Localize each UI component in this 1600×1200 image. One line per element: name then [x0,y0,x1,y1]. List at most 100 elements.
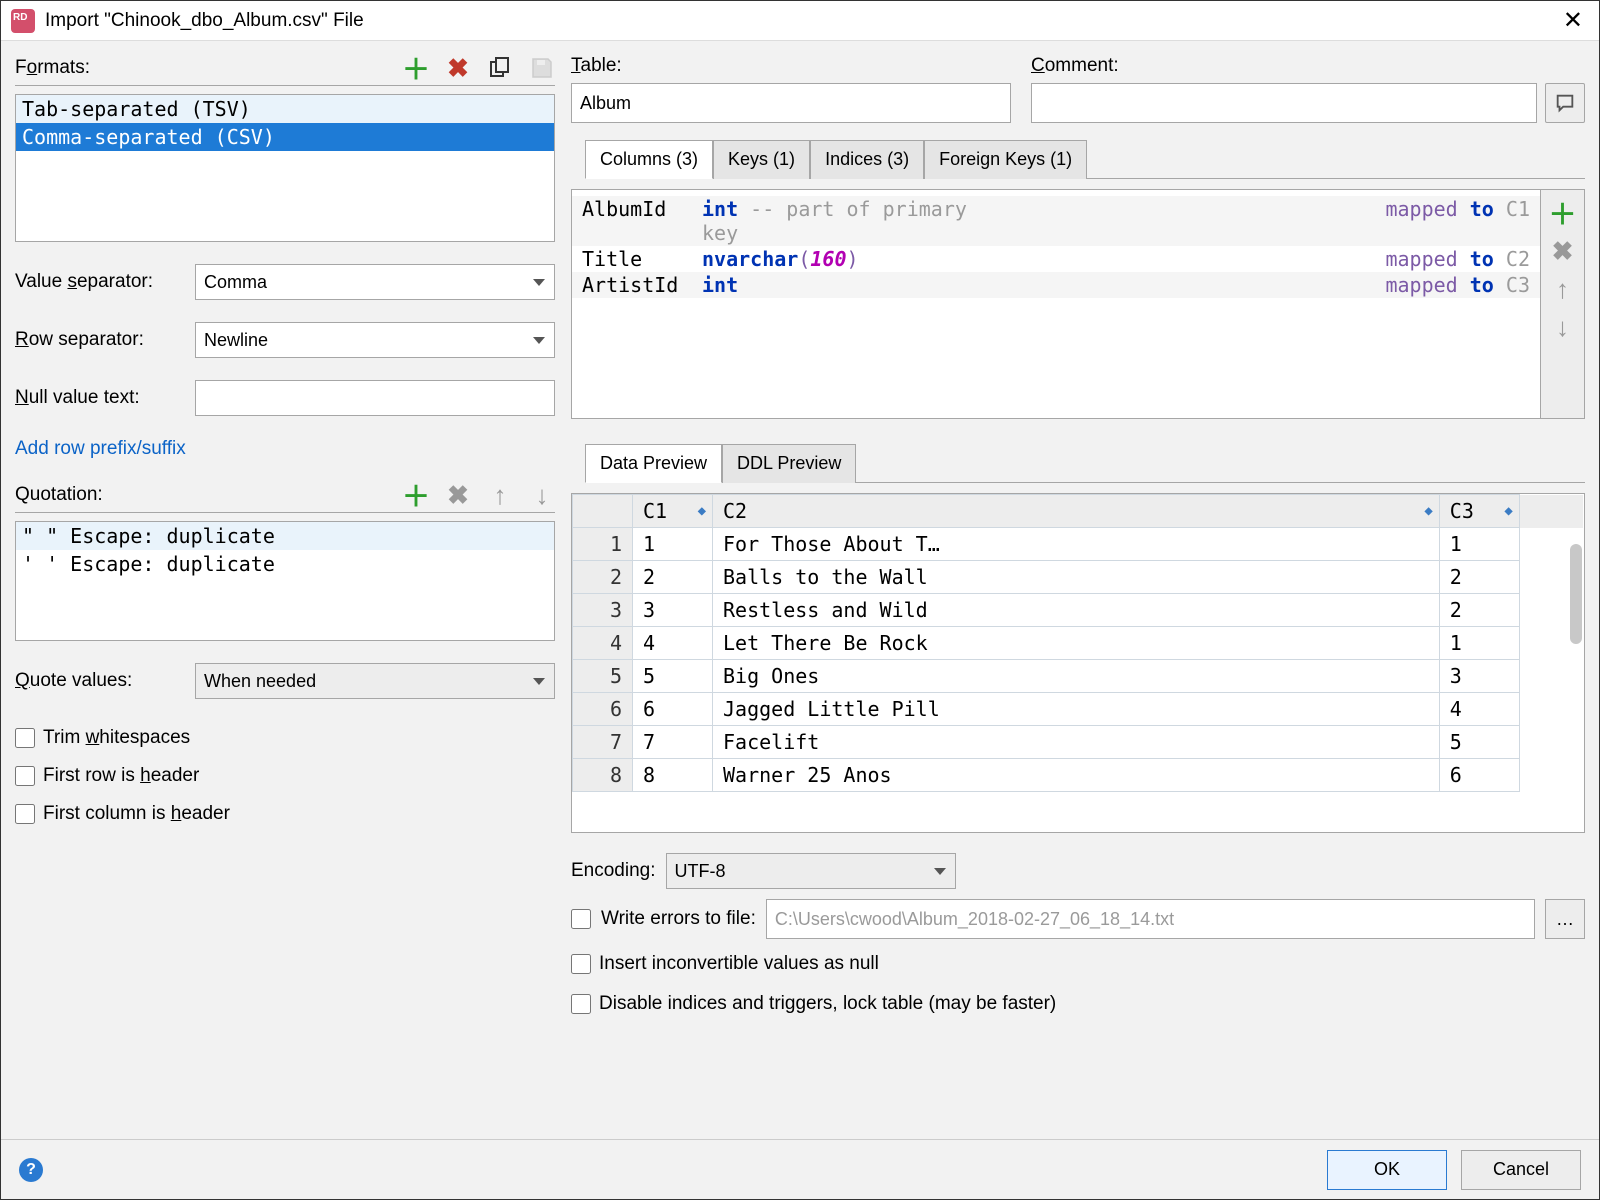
table-input[interactable] [571,83,1011,123]
window-title: Import "Chinook_dbo_Album.csv" File [45,10,1557,32]
preview-cell[interactable]: 5 [633,660,713,693]
preview-table[interactable]: C1◆C2◆C3◆11For Those About T…122Balls to… [572,494,1584,792]
preview-cell[interactable]: 1 [633,528,713,561]
left-pane: Formats: ＋ ✖ Tab-separated (TSV)Comma-se… [15,55,555,1125]
quote-values-row: Quote values: When needed [15,663,555,699]
mapping-row[interactable]: Titlenvarchar(160)mapped to C2 [572,246,1540,272]
column-header[interactable]: C1◆ [633,495,713,528]
preview-cell[interactable]: 6 [1439,759,1519,792]
null-value-input[interactable] [195,380,555,416]
mapping-area: AlbumIdint -- part of primary keymapped … [571,189,1585,419]
trim-whitespaces-row: Trim whitespaces [15,727,555,749]
quote-values-select[interactable]: When needed [195,663,555,699]
quote-values-label: Quote values: [15,670,195,692]
right-pane: Table: Comment: Columns (3)Keys (1)Indic… [571,55,1585,1125]
move-up-quotation-icon: ↑ [487,482,513,508]
preview-cell[interactable]: 5 [1439,726,1519,759]
preview-cell[interactable]: Balls to the Wall [713,561,1440,594]
mapping-row[interactable]: ArtistIdintmapped to C3 [572,272,1540,298]
mapping-tab[interactable]: Foreign Keys (1) [924,140,1087,179]
row-number: 7 [573,726,633,759]
disable-indices-checkbox[interactable] [571,994,591,1014]
preview-cell[interactable]: 4 [1439,693,1519,726]
write-errors-path-input[interactable] [766,899,1535,939]
add-row-prefix-suffix-link[interactable]: Add row prefix/suffix [15,438,186,459]
formats-list[interactable]: Tab-separated (TSV)Comma-separated (CSV) [15,94,555,242]
footer: ? OK Cancel [1,1139,1599,1199]
preview-cell[interactable]: Let There Be Rock [713,627,1440,660]
first-row-header-checkbox[interactable] [15,766,35,786]
preview-cell[interactable]: For Those About T… [713,528,1440,561]
corner-cell [573,495,633,528]
preview-cell[interactable]: Restless and Wild [713,594,1440,627]
column-header[interactable]: C3◆ [1439,495,1519,528]
row-number: 4 [573,627,633,660]
preview-cell[interactable]: 8 [633,759,713,792]
preview-cell[interactable]: 2 [1439,594,1519,627]
preview-cell[interactable]: 3 [1439,660,1519,693]
add-column-icon[interactable]: ＋ [1550,200,1576,226]
close-icon[interactable]: ✕ [1557,6,1589,35]
column-header[interactable]: C2◆ [713,495,1440,528]
encoding-select[interactable]: UTF-8 [666,853,956,889]
preview-cell[interactable]: 2 [633,561,713,594]
add-format-icon[interactable]: ＋ [403,55,429,81]
row-number: 5 [573,660,633,693]
row-number: 8 [573,759,633,792]
preview-cell[interactable]: 3 [633,594,713,627]
preview-cell[interactable]: 1 [1439,528,1519,561]
preview-cell[interactable]: Facelift [713,726,1440,759]
comment-label: Comment: [1031,55,1585,77]
preview-cell[interactable]: 4 [633,627,713,660]
bottom-controls: Encoding: UTF-8 Write errors to file: … … [571,853,1585,1015]
mapping-tab[interactable]: Columns (3) [585,140,713,179]
null-value-row: Null value text: [15,380,555,416]
format-item[interactable]: Tab-separated (TSV) [16,95,554,123]
first-row-header-row: First row is header [15,765,555,787]
preview-tab[interactable]: Data Preview [585,444,722,483]
ok-button[interactable]: OK [1327,1150,1447,1190]
comment-input[interactable] [1031,83,1537,123]
trim-whitespaces-checkbox[interactable] [15,728,35,748]
mapping-tab[interactable]: Indices (3) [810,140,924,179]
table-label: Table: [571,55,1011,77]
mapping-content[interactable]: AlbumIdint -- part of primary keymapped … [572,190,1540,418]
delete-column-icon: ✖ [1550,238,1576,264]
row-separator-select[interactable]: Newline [195,322,555,358]
main-area: Formats: ＋ ✖ Tab-separated (TSV)Comma-se… [1,41,1599,1139]
first-col-header-checkbox[interactable] [15,804,35,824]
preview-cell[interactable]: Warner 25 Anos [713,759,1440,792]
preview-cell[interactable]: 1 [1439,627,1519,660]
preview-cell[interactable]: 7 [633,726,713,759]
format-item[interactable]: Comma-separated (CSV) [16,123,554,151]
move-down-quotation-icon: ↓ [529,482,555,508]
preview-scrollbar[interactable] [1570,544,1582,644]
browse-errors-file-button[interactable]: … [1545,899,1585,939]
row-number: 3 [573,594,633,627]
preview-cell[interactable]: 2 [1439,561,1519,594]
comment-expand-button[interactable] [1545,83,1585,123]
quotation-list[interactable]: " " Escape: duplicate' ' Escape: duplica… [15,521,555,641]
quotation-row[interactable]: " " Escape: duplicate [16,522,554,550]
preview-cell[interactable]: 6 [633,693,713,726]
insert-null-label: Insert inconvertible values as null [599,953,879,975]
quotation-row[interactable]: ' ' Escape: duplicate [16,550,554,578]
preview-wrap: C1◆C2◆C3◆11For Those About T…122Balls to… [571,493,1585,833]
mapping-row[interactable]: AlbumIdint -- part of primary keymapped … [572,196,1540,246]
delete-format-icon[interactable]: ✖ [445,55,471,81]
preview-cell[interactable]: Jagged Little Pill [713,693,1440,726]
move-column-up-icon: ↑ [1550,276,1576,302]
mapping-tab[interactable]: Keys (1) [713,140,810,179]
write-errors-checkbox[interactable] [571,909,591,929]
help-icon[interactable]: ? [19,1158,43,1182]
insert-null-checkbox[interactable] [571,954,591,974]
duplicate-format-icon[interactable] [487,55,513,81]
cancel-button[interactable]: Cancel [1461,1150,1581,1190]
add-quotation-icon[interactable]: ＋ [403,482,429,508]
value-separator-select[interactable]: Comma [195,264,555,300]
mapping-side-toolbar: ＋ ✖ ↑ ↓ [1540,190,1584,418]
first-row-header-label: First row is header [43,765,199,787]
first-col-header-label: First column is header [43,803,230,825]
preview-tab[interactable]: DDL Preview [722,444,856,483]
preview-cell[interactable]: Big Ones [713,660,1440,693]
